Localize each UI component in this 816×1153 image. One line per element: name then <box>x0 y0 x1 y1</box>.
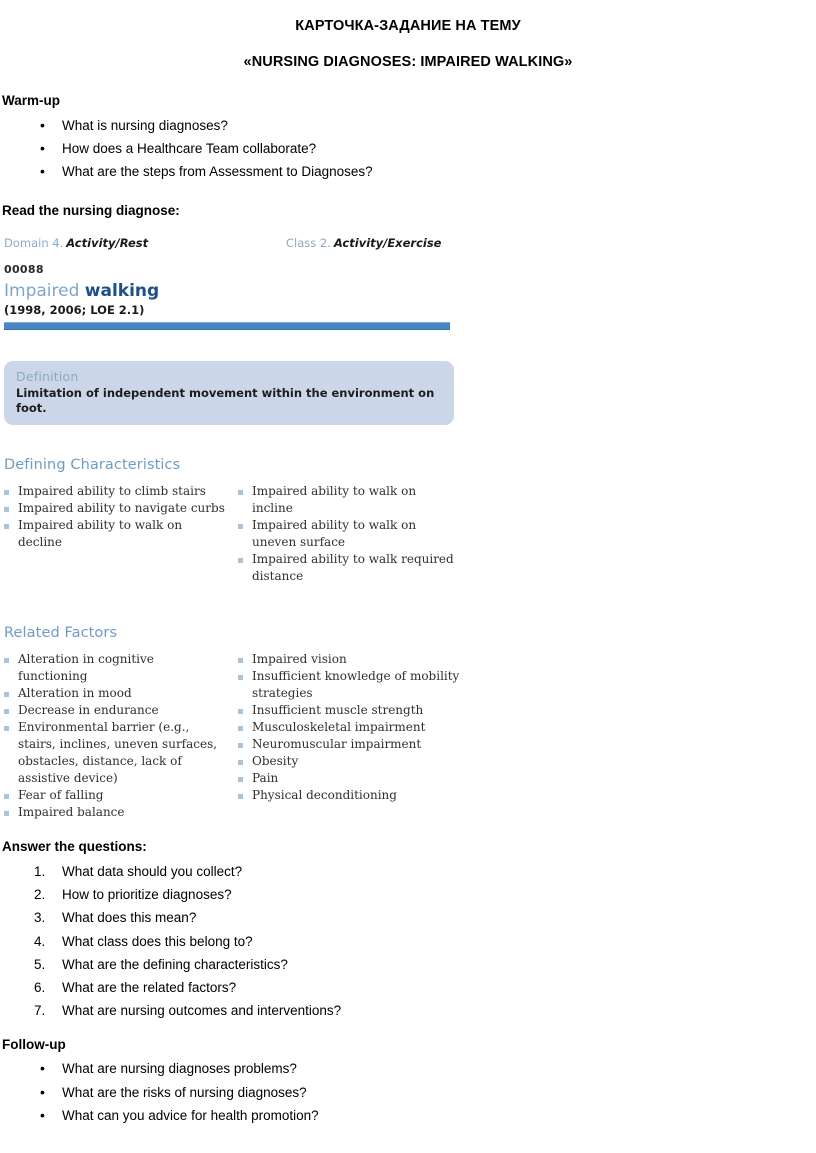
nanda-class: Class 2. Activity/Exercise <box>286 236 441 250</box>
followup-heading: Follow-up <box>2 1036 66 1052</box>
answer-questions-list: What data should you collect? How to pri… <box>0 860 816 1023</box>
warmup-list: What is nursing diagnoses? How does a He… <box>0 113 816 184</box>
list-item: What class does this belong to? <box>34 930 253 953</box>
nanda-blue-divider <box>4 322 450 331</box>
list-item: Impaired ability to walk on uneven surfa… <box>238 517 460 551</box>
list-item: Physical deconditioning <box>238 787 460 804</box>
nanda-diagnosis-card: Domain 4. Activity/Rest Class 2. Activity/… <box>2 236 462 823</box>
list-item: Neuromuscular impairment <box>238 736 460 753</box>
defining-characteristics-title: Defining Characteristics <box>4 457 181 474</box>
nanda-domain: Domain 4. Activity/Rest <box>4 236 148 250</box>
list-item: Pain <box>238 770 460 787</box>
list-item: Insufficient knowledge of mobility strat… <box>238 668 460 702</box>
nanda-domain-value: Activity/Rest <box>66 236 149 251</box>
list-item: How to prioritize diagnoses? <box>34 883 232 906</box>
related-factors-right-column: Impaired vision Insufficient knowledge o… <box>238 651 460 804</box>
nanda-diagnosis-code: 00088 <box>4 263 44 277</box>
list-item: Impaired ability to walk on decline <box>4 517 226 551</box>
nanda-label-light: Impaired <box>4 281 80 302</box>
nanda-diagnosis-label: Impaired walking <box>2 281 462 302</box>
list-item: What are the defining characteristics? <box>34 953 288 976</box>
definition-text: Limitation of independent movement withi… <box>16 386 435 415</box>
list-item: Alteration in cognitive functioning <box>4 651 226 685</box>
nanda-label-bold: walking <box>84 281 160 302</box>
definition-title: Definition <box>16 369 79 385</box>
nanda-class-value: Activity/Exercise <box>333 236 442 251</box>
list-item: Impaired ability to walk required distan… <box>238 551 460 585</box>
list-item: What is nursing diagnoses? <box>0 113 816 137</box>
list-item: Impaired ability to walk on incline <box>238 483 460 517</box>
related-factors-title: Related Factors <box>4 625 118 642</box>
defining-characteristics-left-column: Impaired ability to climb stairs Impaire… <box>4 483 226 551</box>
related-factors-right-list: Impaired vision Insufficient knowledge o… <box>238 651 460 804</box>
list-item: Obesity <box>238 753 460 770</box>
warmup-heading: Warm-up <box>2 92 60 108</box>
nanda-meta-row: Domain 4. Activity/Rest Class 2. Activity/… <box>2 236 462 254</box>
document-page: КАРТОЧКА-ЗАДАНИЕ НА ТЕМУ «NURSING DIAGNO… <box>0 0 816 1153</box>
list-item: Decrease in endurance <box>4 702 226 719</box>
list-item: What are nursing outcomes and interventi… <box>34 999 342 1022</box>
list-item: What are the steps from Assessment to Di… <box>0 159 816 183</box>
list-item: What can you advice for health promotion… <box>0 1103 816 1127</box>
nanda-class-label: Class 2. <box>286 236 331 251</box>
list-item: What does this mean? <box>34 906 197 929</box>
definition-box: Definition Limitation of independent mov… <box>4 361 454 426</box>
list-item: Impaired balance <box>4 804 226 821</box>
list-item: Impaired ability to climb stairs <box>4 483 226 500</box>
list-item: How does a Healthcare Team collaborate? <box>0 136 816 160</box>
list-item: What data should you collect? <box>34 860 243 883</box>
list-item: Impaired ability to navigate curbs <box>4 500 226 517</box>
related-factors-left-list: Alteration in cognitive functioning Alte… <box>4 651 226 821</box>
nanda-domain-label: Domain 4. <box>4 236 64 251</box>
nanda-years-loe: (1998, 2006; LOE 2.1) <box>4 303 145 318</box>
answer-questions-heading: Answer the questions: <box>2 839 147 855</box>
list-item: What are nursing diagnoses problems? <box>0 1056 816 1080</box>
document-title-line1: КАРТОЧКА-ЗАДАНИЕ НА ТЕМУ <box>295 18 521 34</box>
list-item: Environmental barrier (e.g., stairs, inc… <box>4 719 226 787</box>
related-factors-left-column: Alteration in cognitive functioning Alte… <box>4 651 226 821</box>
list-item: What are the risks of nursing diagnoses? <box>0 1080 816 1104</box>
list-item: Insufficient muscle strength <box>238 702 460 719</box>
list-item: What are the related factors? <box>34 976 237 999</box>
list-item: Musculoskeletal impairment <box>238 719 460 736</box>
list-item: Impaired vision <box>238 651 460 668</box>
document-title-line2: «NURSING DIAGNOSES: IMPAIRED WALKING» <box>243 54 573 71</box>
read-diagnose-heading: Read the nursing diagnose: <box>2 203 180 219</box>
list-item: Fear of falling <box>4 787 226 804</box>
defining-characteristics-right-column: Impaired ability to walk on incline Impa… <box>238 483 460 585</box>
list-item: Alteration in mood <box>4 685 226 702</box>
defining-characteristics-right-list: Impaired ability to walk on incline Impa… <box>238 483 460 585</box>
defining-characteristics-left-list: Impaired ability to climb stairs Impaire… <box>4 483 226 551</box>
followup-list: What are nursing diagnoses problems? Wha… <box>0 1056 816 1127</box>
